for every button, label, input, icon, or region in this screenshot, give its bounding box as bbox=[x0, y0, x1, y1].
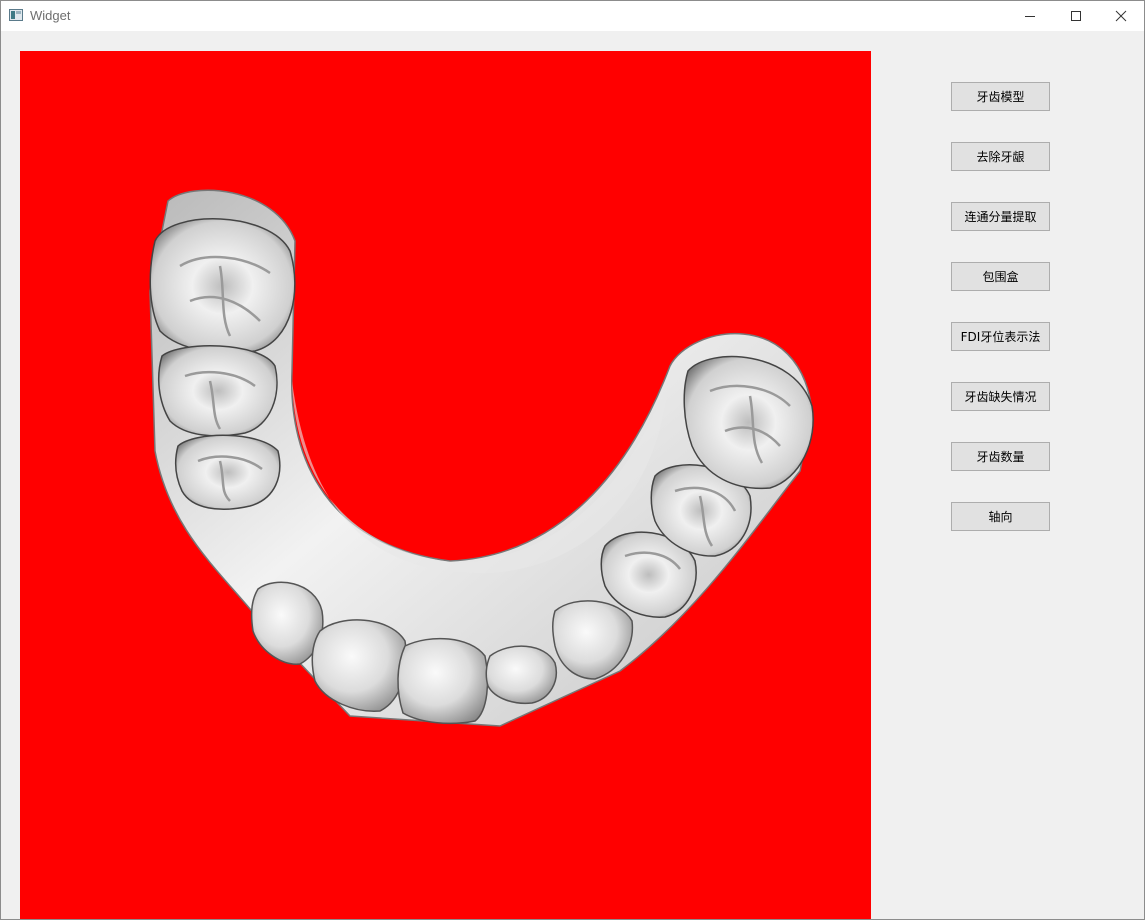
maximize-button[interactable] bbox=[1053, 1, 1099, 31]
minimize-icon bbox=[1025, 16, 1035, 17]
tooth-right-central-incisor bbox=[485, 645, 557, 705]
minimize-button[interactable] bbox=[1007, 1, 1053, 31]
maximize-icon bbox=[1071, 11, 1081, 21]
3d-viewport[interactable] bbox=[20, 51, 871, 919]
missing-teeth-button[interactable]: 牙齿缺失情况 bbox=[951, 382, 1050, 411]
dental-arch-model bbox=[149, 189, 814, 727]
axis-button[interactable]: 轴向 bbox=[951, 502, 1050, 531]
close-icon bbox=[1115, 10, 1127, 22]
fdi-notation-button[interactable]: FDI牙位表示法 bbox=[951, 322, 1050, 351]
window-title: Widget bbox=[30, 8, 71, 23]
close-button[interactable] bbox=[1098, 1, 1144, 31]
tooth-left-lateral-incisor bbox=[311, 619, 407, 712]
tooth-model-button[interactable]: 牙齿模型 bbox=[951, 82, 1050, 111]
app-icon bbox=[9, 9, 23, 21]
connected-components-button[interactable]: 连通分量提取 bbox=[951, 202, 1050, 231]
app-window: Widget 牙齿模型 去除牙龈 连通分量提取 包围盒 FDI牙位表示法 牙齿缺… bbox=[0, 0, 1145, 920]
bounding-box-button[interactable]: 包围盒 bbox=[951, 262, 1050, 291]
title-bar[interactable]: Widget bbox=[1, 1, 1144, 31]
tooth-count-button[interactable]: 牙齿数量 bbox=[951, 442, 1050, 471]
remove-gum-button[interactable]: 去除牙龈 bbox=[951, 142, 1050, 171]
tooth-left-central-incisor bbox=[397, 637, 489, 725]
